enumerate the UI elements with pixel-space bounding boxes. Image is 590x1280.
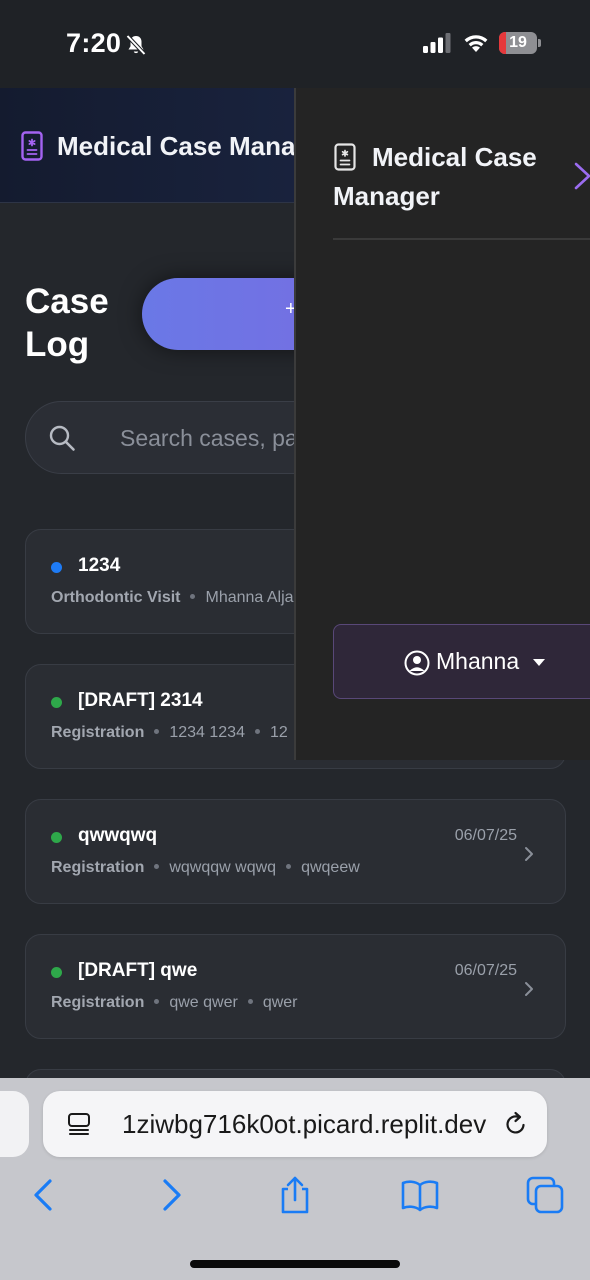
- wifi-icon: [464, 35, 488, 52]
- chevron-right-icon: [525, 982, 533, 996]
- case-title: [DRAFT] 2314: [78, 690, 203, 711]
- case-type: Registration: [51, 859, 145, 876]
- page-menu-icon[interactable]: [67, 1112, 91, 1136]
- home-indicator: [190, 1260, 400, 1268]
- user-name: Mhanna: [436, 648, 520, 674]
- share-icon[interactable]: [275, 1175, 315, 1215]
- case-type: Registration: [51, 724, 145, 741]
- case-meta: Registration qwe qwer qwer: [51, 994, 298, 1012]
- status-bar: 7:20 19: [0, 0, 590, 88]
- previous-tab[interactable]: [0, 1091, 29, 1157]
- case-title: qwwqwq: [78, 825, 158, 846]
- case-date: 06/07/25: [454, 962, 517, 979]
- status-dot: [51, 967, 62, 978]
- case-meta: Registration 1234 1234 12: [51, 724, 288, 742]
- battery-icon: 19: [499, 32, 541, 54]
- bookmarks-icon[interactable]: [400, 1175, 440, 1215]
- signal-icon: [423, 33, 451, 53]
- case-patient: Mhanna Alja: [205, 589, 294, 606]
- battery-level: 19: [509, 34, 527, 51]
- tabs-icon[interactable]: [525, 1175, 565, 1215]
- medical-file-icon: [21, 131, 43, 161]
- case-meta: Registration wqwqqw wqwq qwqeew: [51, 859, 360, 877]
- case-type: Orthodontic Visit: [51, 589, 181, 606]
- browser-chrome: 1ziwbg716k0ot.picard.replit.dev: [0, 1078, 590, 1280]
- forward-icon[interactable]: [151, 1175, 191, 1215]
- case-detail: qwer: [262, 994, 298, 1011]
- nav-drawer: Medical Case Manager Mhanna: [294, 88, 590, 760]
- user-circle-icon: [404, 650, 430, 676]
- case-type: Registration: [51, 994, 145, 1011]
- case-title: 1234: [78, 555, 121, 576]
- case-patient: qwe qwer: [169, 994, 238, 1011]
- chevron-right-icon: [525, 847, 533, 861]
- case-meta: Orthodontic Visit Mhanna Alja: [51, 589, 294, 607]
- status-dot: [51, 832, 62, 843]
- status-dot: [51, 697, 62, 708]
- drawer-divider: [333, 238, 590, 240]
- case-card[interactable]: [DRAFT] qwe 06/07/25 Registration qwe qwe…: [25, 934, 566, 1039]
- bell-slash-icon: [126, 34, 146, 56]
- case-card[interactable]: qwwqwq 06/07/25 Registration wqwqqw wqwq q…: [25, 799, 566, 904]
- page-title: Case Log: [25, 282, 109, 364]
- drawer-title: Medical Case Manager: [333, 142, 537, 211]
- caret-down-icon: [533, 659, 545, 666]
- url-text: 1ziwbg716k0ot.picard.replit.dev: [122, 1109, 487, 1139]
- status-time: 7:20: [66, 28, 122, 58]
- status-dot: [51, 562, 62, 573]
- case-detail: 12: [269, 724, 288, 741]
- reload-icon[interactable]: [503, 1111, 529, 1137]
- case-patient: 1234 1234: [169, 724, 245, 741]
- address-bar[interactable]: 1ziwbg716k0ot.picard.replit.dev: [43, 1091, 547, 1157]
- case-patient: wqwqqw wqwq: [169, 859, 277, 876]
- back-icon[interactable]: [24, 1175, 64, 1215]
- chevron-right-icon[interactable]: [572, 161, 590, 191]
- search-icon: [49, 425, 75, 451]
- case-date: 06/07/25: [454, 827, 517, 844]
- case-detail: qwqeew: [301, 859, 360, 876]
- user-menu-button[interactable]: Mhanna: [333, 624, 590, 699]
- case-title: [DRAFT] qwe: [78, 960, 198, 981]
